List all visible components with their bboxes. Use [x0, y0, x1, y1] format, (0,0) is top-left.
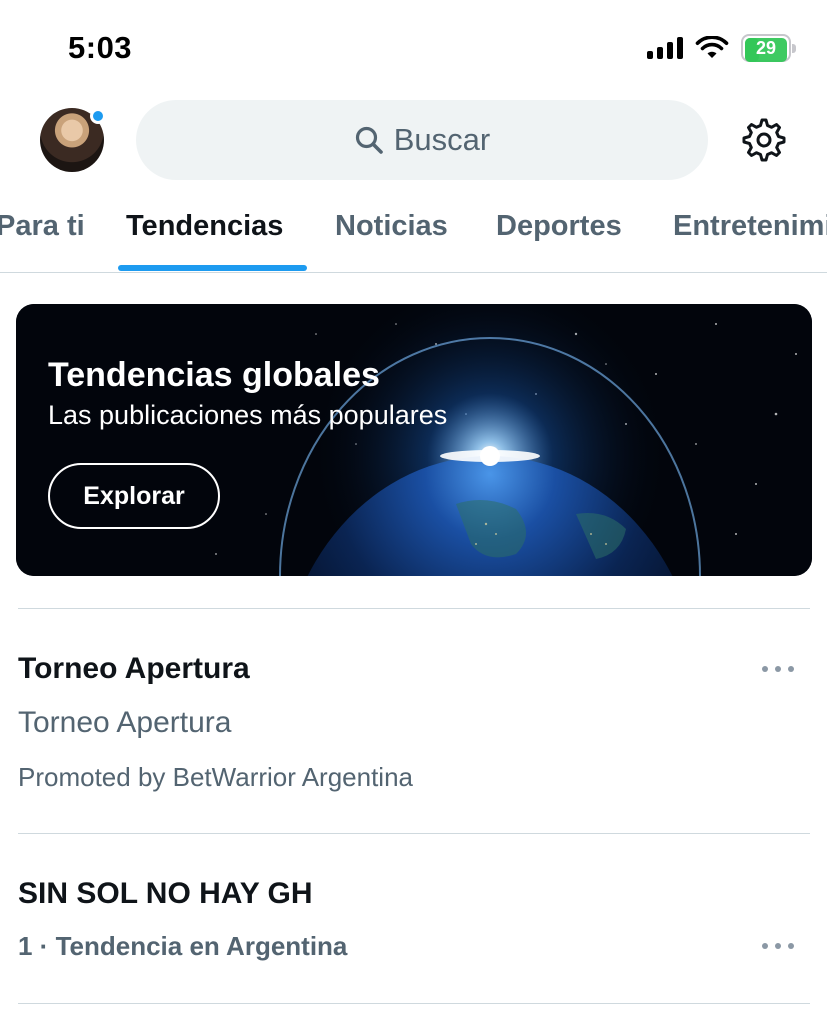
tab-para-ti[interactable]: Para ti — [0, 210, 85, 243]
notification-dot — [90, 108, 106, 124]
trend-title: Torneo Apertura — [18, 652, 250, 685]
tab-noticias[interactable]: Noticias — [335, 210, 448, 243]
status-indicators: 29 — [647, 34, 796, 62]
earth-image — [16, 304, 812, 576]
promoted-label: Promoted by BetWarrior Argentina — [18, 762, 413, 792]
tab-entretenimiento[interactable]: Entretenimiento — [673, 210, 827, 243]
explore-tabs: Para ti Tendencias Noticias Deportes Ent… — [0, 196, 827, 273]
status-time: 5:03 — [68, 30, 133, 65]
search-placeholder: Buscar — [393, 122, 491, 157]
signal-icon — [647, 37, 683, 59]
explore-button[interactable]: Explorar — [48, 463, 220, 529]
search-icon — [355, 126, 383, 154]
more-icon[interactable] — [762, 941, 794, 951]
battery-level: 29 — [755, 37, 777, 58]
battery-icon: 29 — [741, 34, 796, 62]
gear-icon[interactable] — [742, 118, 786, 162]
tab-deportes[interactable]: Deportes — [496, 210, 622, 243]
banner-subtitle: Las publicaciones más populares — [48, 400, 448, 430]
explore-screen: 5:03 29 Buscar Para ti Tendencias Notici… — [0, 0, 827, 1023]
trend-context: 1 · Tendencia en Argentina — [18, 931, 348, 961]
more-icon[interactable] — [762, 664, 794, 674]
search-input[interactable]: Buscar — [136, 100, 708, 180]
wifi-icon — [695, 36, 729, 60]
trend-subtitle: Torneo Apertura — [18, 706, 232, 739]
divider — [18, 608, 810, 609]
trend-title: SIN SOL NO HAY GH — [18, 877, 313, 910]
active-tab-indicator — [118, 265, 307, 271]
status-bar: 5:03 29 — [0, 0, 827, 96]
divider — [18, 833, 810, 834]
tab-tendencias[interactable]: Tendencias — [126, 210, 283, 243]
avatar[interactable] — [40, 108, 106, 172]
global-trends-banner[interactable]: Tendencias globales Las publicaciones má… — [16, 304, 812, 576]
divider — [18, 1003, 810, 1004]
banner-title: Tendencias globales — [48, 356, 380, 394]
